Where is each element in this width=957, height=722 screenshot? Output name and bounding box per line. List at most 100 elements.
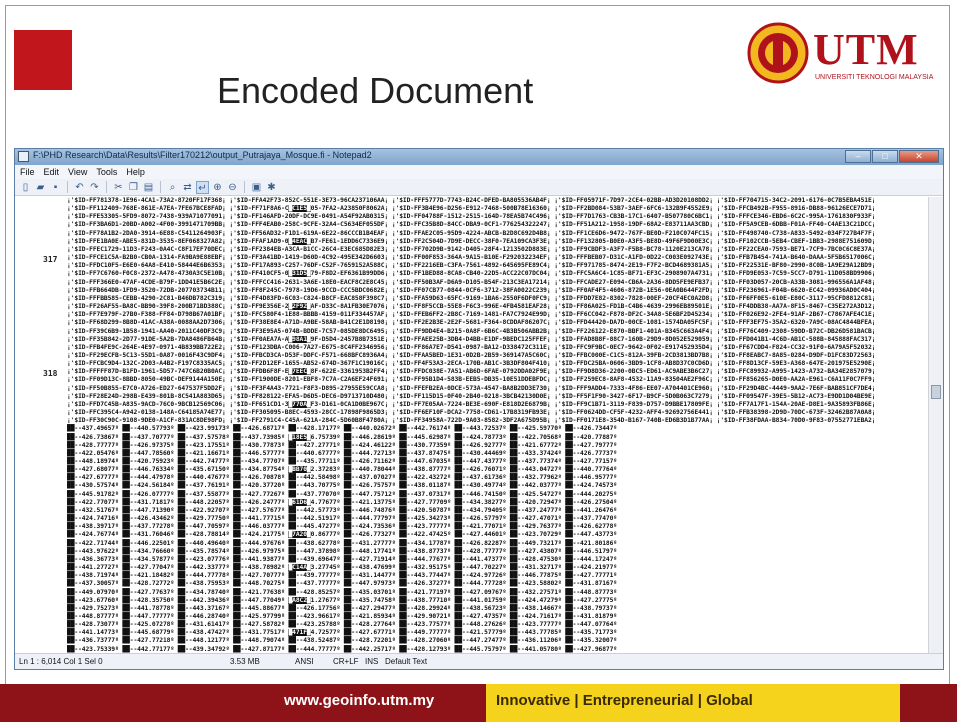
menu-view[interactable]: View: [68, 167, 87, 177]
line-number-317: 317: [43, 255, 58, 264]
text-line: ██--449.07970º ██--427.77637º ██--434.78…: [67, 588, 621, 596]
menu-file[interactable]: File: [20, 167, 35, 177]
text-line: ¡'$ID-FFC395C4-A942-0138-148A-C64185A74E…: [67, 409, 880, 417]
text-line: ¡'$ID-FF68D299-8B8D-41AC-A38A-0088AA2D73…: [67, 319, 880, 327]
text-line: ¡'$ID-FF78A1B2-2DA0-3914-6E88-C541126490…: [67, 229, 880, 237]
paste-icon[interactable]: ▤: [142, 181, 155, 194]
cut-icon[interactable]: ✂: [112, 181, 125, 194]
text-line: ¡'$ID-FF781378-1E96-4CA1-73A2-8720FF17F3…: [67, 197, 880, 204]
toolbar-divider: [160, 181, 161, 193]
notepad-window: F:\PHD Research\Data\Results\Filter17021…: [14, 148, 944, 670]
toolbar-divider: [106, 181, 107, 193]
close-icon[interactable]: ✕: [899, 150, 939, 163]
text-line: ¡'$ID-FF29ECFB-5C13-55D1-0A87-0016F43C9D…: [67, 351, 880, 359]
highlighted-token: █770A█: [288, 400, 311, 408]
highlighted-token: █C1E5█: [288, 205, 311, 213]
redo-icon[interactable]: ↷: [88, 181, 101, 194]
slide-title: Encoded Document: [217, 70, 534, 111]
text-line: ██--443.97622º ██--434.76660º ██--435.78…: [67, 547, 621, 555]
text-line: ¡'$ID-FFE53305-5FD9-8072-7438-939A710770…: [67, 213, 880, 221]
highlighted-token: █2F92█: [288, 303, 311, 311]
text-line: ¡'$ID-FF35B842-2D77-91DE-5A2B-7DA8486FB6…: [67, 335, 880, 343]
text-editor[interactable]: 317 318 ¡'$ID-FF781378-1E96-4CA1-73A2-87…: [15, 197, 931, 655]
text-line: ¡'$ID-FFCE1C5A-B2B0-CB0A-1314-FA9BA9E88E…: [67, 254, 880, 262]
wordwrap-icon[interactable]: ↵: [196, 180, 209, 194]
text-line: ██--430.57574º ██--424.56184º ██--437.76…: [67, 482, 621, 490]
menu-bar: File Edit View Tools Help: [15, 165, 943, 179]
text-line: ██--428.77777º ██--426.97375º ██--423.17…: [67, 441, 621, 449]
maximize-icon[interactable]: □: [872, 150, 898, 163]
highlighted-token: █31D5█: [288, 270, 311, 278]
text-line: ██--424.76774º ██--431.76046º ██--428.78…: [67, 531, 621, 539]
minimize-icon[interactable]: –: [845, 150, 871, 163]
highlighted-token: █BB70█: [288, 466, 311, 474]
menu-help[interactable]: Help: [126, 167, 145, 177]
menu-tools[interactable]: Tools: [96, 167, 117, 177]
new-file-icon[interactable]: ▯: [19, 181, 32, 194]
text-line: ██--422.05476º ██--447.78560º ██--421.16…: [67, 449, 621, 457]
toolbar: ▯ ▰ ▪ ↶ ↷ ✂ ❐ ▤ ⌕ ⇄ ↵ ⊕ ⊖ ▣ ✱: [15, 179, 943, 196]
text-line: ██--436.73777º ██--427.77218º ██--448.12…: [67, 637, 621, 645]
text-line: ██--437.49657º ██--440.57793º ██--423.99…: [67, 425, 621, 433]
highlighted-token: █C14A█: [288, 564, 311, 572]
text-line: ¡'$ID-FF28E24D-298B-E439-801B-8C541A883D…: [67, 392, 880, 400]
save-icon[interactable]: ▪: [49, 181, 62, 194]
status-mode: INS: [365, 657, 379, 666]
footer-url[interactable]: www.geoinfo.utm.my: [284, 692, 434, 709]
text-line: ██--422.77077º ██--431.71817º ██--448.22…: [67, 498, 621, 506]
notepad-app-icon: [18, 151, 29, 162]
footer-tagline: Innovative | Entrepreneurial | Global: [496, 692, 753, 709]
text-line: ██--441.27727º ██--427.77047º ██--442.33…: [67, 564, 621, 572]
encoded-text-content: ¡'$ID-FF781378-1E96-4CA1-73A2-8720FF17F3…: [67, 197, 927, 654]
highlighted-token: █4EAC█: [288, 237, 311, 245]
text-line: ¡'$ID-FF26AF55-BA8C-BB90-39F8-200B71BD38…: [67, 303, 880, 311]
scrollbar-thumb[interactable]: [931, 385, 941, 399]
highlighted-token: █7EEC█: [288, 368, 311, 376]
settings-icon[interactable]: ✱: [265, 181, 278, 194]
text-line: ██--429.75273º ██--441.78778º ██--443.37…: [67, 604, 621, 612]
text-line: ██--437.30057º ██--428.72772º ██--438.75…: [67, 580, 621, 588]
line-number-318: 318: [43, 369, 58, 378]
replace-icon[interactable]: ⇄: [181, 181, 194, 194]
window-titlebar[interactable]: F:\PHD Research\Data\Results\Filter17021…: [15, 149, 943, 165]
open-icon[interactable]: ▰: [34, 181, 47, 194]
utm-crest-icon: [747, 22, 809, 84]
text-line: ¡'$ID-FFD7C45B-A835-9ACD-76C0-9BCB12569C…: [67, 400, 880, 408]
text-line: ██--422.71744º ██--446.22501º ██--440.49…: [67, 539, 621, 547]
undo-icon[interactable]: ↶: [73, 181, 86, 194]
red-accent-square: [14, 30, 72, 90]
footer-tagline-box: Innovative | Entrepreneurial | Global: [486, 684, 900, 722]
menu-edit[interactable]: Edit: [44, 167, 60, 177]
copy-icon[interactable]: ❐: [127, 181, 140, 194]
text-line: ¡'$ID-FFFFF87D-B1FD-1961-5D57-747C6B20B0…: [67, 368, 880, 376]
zoom-out-icon[interactable]: ⊖: [226, 181, 239, 194]
text-line: ¡'$ID-FF39C6B9-1B58-1941-AA40-2011C40DF3…: [67, 327, 880, 335]
vertical-scrollbar[interactable]: [928, 197, 943, 655]
text-line: ¡'$ID-FF50B855-E7C0-A726-ED27-647537F5DD…: [67, 384, 880, 392]
status-line-endings: CR+LF: [333, 657, 359, 666]
text-line: ██--426.73867º ██--437.70777º ██--437.57…: [67, 433, 621, 441]
text-line: ¡'$ID-FF112409-768E-861E-A7EA-7FE67BCE8F…: [67, 205, 880, 213]
utm-logo: UTM UNIVERSITI TEKNOLOGI MALAYSIA: [745, 22, 945, 92]
text-line: ¡'$ID-FFF366E0-47AF-4CDE-B79F-1DD41E5B6C…: [67, 278, 880, 286]
toolbar-divider: [244, 181, 245, 193]
text-line: ¡'$ID-FF3BA6D1-20BD-A002-4F00-3991471709…: [67, 221, 880, 229]
toolbar-divider: [67, 181, 68, 193]
find-icon[interactable]: ⌕: [166, 181, 179, 194]
highlighted-token: █61D6█: [288, 498, 311, 506]
text-line: ██--436.36773º ██--434.57877º ██--423.07…: [67, 555, 621, 563]
highlighted-token: █98A1█: [288, 335, 311, 343]
status-bar: Ln 1 : 6,014 Col 1 Sel 0 3.53 MB ANSI CR…: [15, 653, 943, 669]
text-line: ██--445.91782º ██--426.07777º ██--437.55…: [67, 490, 621, 498]
text-line: ██--423.67760º ██--428.35750º ██--442.39…: [67, 596, 621, 604]
text-line: ¡'$ID-FF7E979F-27B0-F388-FF84-D798B67A01…: [67, 311, 880, 319]
zoom-in-icon[interactable]: ⊕: [211, 181, 224, 194]
highlighted-token: █18E5█: [288, 433, 311, 441]
text-line: ¡'$ID-FFEC1729-11D3-F243-0A4C-C8F17EF70D…: [67, 245, 880, 253]
logo-subtitle: UNIVERSITI TEKNOLOGI MALAYSIA: [815, 74, 934, 81]
scheme-icon[interactable]: ▣: [250, 181, 263, 194]
text-line: ¡'$ID-FFFBB585-CEBB-4290-2C81-B46DB782C3…: [67, 294, 880, 302]
status-scheme: Default Text: [385, 657, 428, 666]
text-line: ¡'$ID-FF7C6760-F0C8-2372-A478-4730A3C5E1…: [67, 270, 880, 278]
highlighted-token: █7A20█: [288, 531, 311, 539]
